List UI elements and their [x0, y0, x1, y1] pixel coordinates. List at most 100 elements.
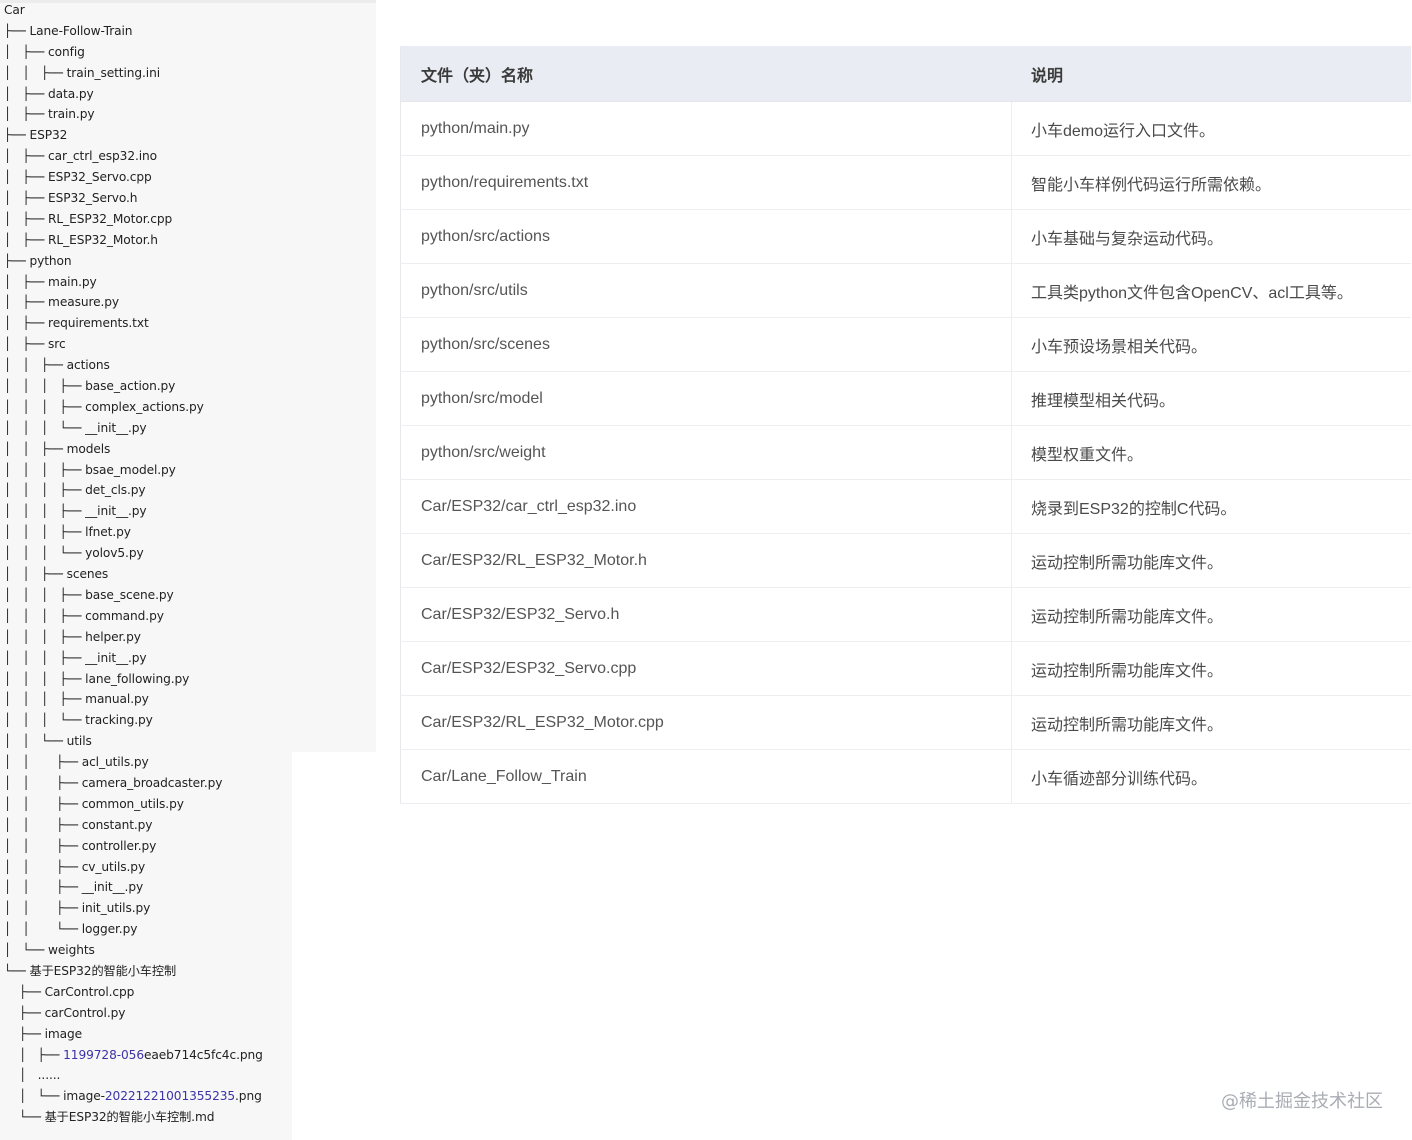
cell-description: 推理模型相关代码。	[1011, 371, 1411, 426]
tree-item-text: │ │ ├── cv_utils.py	[4, 859, 146, 874]
tree-item-text: │ ├── requirements.txt	[4, 316, 149, 331]
tree-item-text: │ │ │ └── __init__.py	[4, 420, 147, 435]
tree-item: Car	[4, 0, 263, 21]
cell-description: 智能小车样例代码运行所需依赖。	[1011, 155, 1411, 210]
tree-item-text: │ │ │ ├── det_cls.py	[4, 483, 146, 498]
tree-item: ├── ESP32	[4, 125, 263, 146]
cell-description: 小车预设场景相关代码。	[1011, 317, 1411, 372]
tree-item: │ ......	[4, 1065, 263, 1086]
table-header-row: 文件（夹）名称 说明	[400, 46, 1411, 102]
tree-item: │ ├── main.py	[4, 272, 263, 293]
tree-item: └── 基于ESP32的智能小车控制	[4, 961, 263, 982]
tree-item: │ ├── requirements.txt	[4, 313, 263, 334]
cell-description: 运动控制所需功能库文件。	[1011, 641, 1411, 696]
cell-file-path: Car/ESP32/car_ctrl_esp32.ino	[400, 479, 1012, 534]
cell-file-path: python/src/scenes	[400, 317, 1012, 372]
tree-item: │ ├── config	[4, 42, 263, 63]
tree-item-text: │ ├── config	[4, 44, 85, 59]
cell-file-path: Car/ESP32/RL_ESP32_Motor.cpp	[400, 695, 1012, 750]
cell-file-path: Car/ESP32/RL_ESP32_Motor.h	[400, 533, 1012, 588]
tree-item: │ │ └── utils	[4, 731, 263, 752]
tree-item: │ │ ├── __init__.py	[4, 877, 263, 898]
table-row: python/src/utils 工具类python文件包含OpenCV、acl工…	[400, 263, 1411, 318]
table-row: Car/Lane_Follow_Train 小车循迹部分训练代码。	[400, 749, 1411, 804]
tree-item-text: │ └── weights	[4, 943, 95, 958]
tree-item: │ │ ├── constant.py	[4, 815, 263, 836]
cell-file-path: python/src/actions	[400, 209, 1012, 264]
tree-item: │ ├── ESP32_Servo.cpp	[4, 167, 263, 188]
tree-item: │ │ │ └── yolov5.py	[4, 543, 263, 564]
site-watermark: @稀土掘金技术社区	[1221, 1091, 1383, 1112]
tree-item: │ ├── ESP32_Servo.h	[4, 188, 263, 209]
table-row: python/src/scenes 小车预设场景相关代码。	[400, 317, 1411, 372]
tree-item: │ │ │ └── tracking.py	[4, 710, 263, 731]
tree-item: │ │ ├── controller.py	[4, 836, 263, 857]
cell-description: 工具类python文件包含OpenCV、acl工具等。	[1011, 263, 1411, 318]
cell-file-path: Car/ESP32/ESP32_Servo.h	[400, 587, 1012, 642]
cell-description: 烧录到ESP32的控制C代码。	[1011, 479, 1411, 534]
tree-item-text: │ │ ├── acl_utils.py	[4, 755, 149, 770]
table-row: python/src/actions 小车基础与复杂运动代码。	[400, 209, 1411, 264]
tree-item: │ │ ├── common_utils.py	[4, 794, 263, 815]
table-row: Car/ESP32/ESP32_Servo.cpp 运动控制所需功能库文件。	[400, 641, 1411, 696]
tree-item-text: │ │ │ ├── lane_following.py	[4, 671, 190, 686]
tree-item-text: │ │ ├── init_utils.py	[4, 901, 151, 916]
tree-item-hash: 20221221001355235	[104, 1089, 236, 1104]
tree-item-hash: 1199728-056	[63, 1047, 144, 1062]
tree-item: │ ├── train.py	[4, 104, 263, 125]
tree-item-text: ├── CarControl.cpp	[4, 984, 135, 999]
tree-item-text: │ │ ├── controller.py	[4, 838, 157, 853]
tree-item-text: │ │ │ ├── bsae_model.py	[4, 462, 176, 477]
table-row: python/src/weight 模型权重文件。	[400, 425, 1411, 480]
tree-item-text: │ │ │ ├── base_action.py	[4, 379, 176, 394]
tree-item: ├── image	[4, 1024, 263, 1045]
tree-item-text: │ ├── main.py	[4, 274, 97, 289]
table-row: Car/ESP32/RL_ESP32_Motor.cpp 运动控制所需功能库文件。	[400, 695, 1411, 750]
tree-item-text: Car	[4, 3, 25, 17]
tree-item-text: │ │ │ ├── complex_actions.py	[4, 399, 204, 414]
tree-item-text: ├── Lane-Follow-Train	[4, 23, 133, 38]
file-tree: Car ├── Lane-Follow-Train │ ├── config │ │ …	[4, 0, 263, 1128]
header-file-name: 文件（夹）名称	[400, 46, 1012, 102]
cell-file-path: python/requirements.txt	[400, 155, 1012, 210]
tree-item: │ │ ├── camera_broadcaster.py	[4, 773, 263, 794]
tree-item-text: └── 基于ESP32的智能小车控制	[4, 963, 177, 978]
tree-item: │ │ │ ├── bsae_model.py	[4, 460, 263, 481]
tree-item: │ ├── RL_ESP32_Motor.cpp	[4, 209, 263, 230]
file-description-table: 文件（夹）名称 说明 python/main.py 小车demo运行入口文件。 py…	[400, 46, 1411, 804]
tree-item: │ ├── data.py	[4, 84, 263, 105]
tree-item-text: ├── ESP32	[4, 128, 68, 143]
header-description: 说明	[1011, 46, 1411, 102]
tree-item-text: │ │ ├── train_setting.ini	[4, 65, 160, 80]
tree-item-text: │ ├──	[4, 1047, 64, 1062]
tree-item-text: │ ├── src	[4, 337, 66, 352]
tree-item: │ │ │ ├── __init__.py	[4, 648, 263, 669]
tree-item: │ └── weights	[4, 940, 263, 961]
tree-item-text: │ │ ├── __init__.py	[4, 880, 144, 895]
table-row: python/src/model 推理模型相关代码。	[400, 371, 1411, 426]
tree-item: │ │ │ ├── base_scene.py	[4, 585, 263, 606]
tree-item-text: │ ├── car_ctrl_esp32.ino	[4, 149, 158, 164]
tree-item-text: │ │ │ ├── helper.py	[4, 629, 141, 644]
tree-item-text: │ │ │ ├── __init__.py	[4, 504, 147, 519]
tree-item: ├── Lane-Follow-Train	[4, 21, 263, 42]
tree-item-suffix: eaeb714c5fc4c.png	[144, 1047, 263, 1062]
tree-item: ├── CarControl.cpp	[4, 982, 263, 1003]
cell-file-path: python/src/utils	[400, 263, 1012, 318]
tree-item: │ ├── car_ctrl_esp32.ino	[4, 146, 263, 167]
tree-item-text: │ │ │ ├── command.py	[4, 608, 164, 623]
cell-file-path: Car/ESP32/ESP32_Servo.cpp	[400, 641, 1012, 696]
tree-item: │ │ │ ├── manual.py	[4, 689, 263, 710]
tree-item: │ │ │ ├── lfnet.py	[4, 522, 263, 543]
tree-item-text: │ │ │ ├── __init__.py	[4, 650, 147, 665]
tree-item: │ │ ├── init_utils.py	[4, 898, 263, 919]
cell-description: 运动控制所需功能库文件。	[1011, 587, 1411, 642]
tree-item: │ ├── 1199728-056eaeb714c5fc4c.png	[4, 1045, 263, 1066]
cell-description: 模型权重文件。	[1011, 425, 1411, 480]
tree-item: │ └── image-20221221001355235.png	[4, 1086, 263, 1107]
cell-description: 小车循迹部分训练代码。	[1011, 749, 1411, 804]
tree-item-suffix: .png	[235, 1089, 262, 1104]
cell-file-path: python/main.py	[400, 101, 1012, 156]
tree-item: │ │ │ ├── det_cls.py	[4, 480, 263, 501]
tree-item-text: ├── image	[4, 1026, 83, 1041]
